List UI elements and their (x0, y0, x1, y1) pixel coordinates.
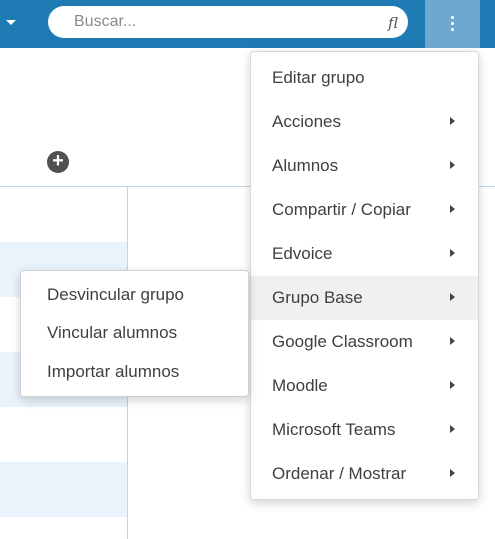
caret-right-icon (450, 337, 455, 345)
menu-item-label: Editar grupo (272, 68, 365, 87)
submenu-item-importar-alumnos[interactable]: Importar alumnos (21, 353, 248, 391)
caret-right-icon (450, 381, 455, 389)
caret-right-icon (450, 161, 455, 169)
search-icon[interactable]: fl (388, 14, 398, 32)
submenu-item-desvincular-grupo[interactable]: Desvincular grupo (21, 276, 248, 314)
caret-right-icon (450, 293, 455, 301)
submenu-item-label: Vincular alumnos (47, 323, 178, 342)
more-options-button[interactable] (425, 0, 480, 48)
caret-right-icon (450, 469, 455, 477)
menu-item-grupo-base[interactable]: Grupo Base (251, 276, 478, 320)
menu-item-ordenar-mostrar[interactable]: Ordenar / Mostrar (251, 452, 478, 496)
menu-item-compartir-copiar[interactable]: Compartir / Copiar (251, 188, 478, 232)
table-row[interactable] (0, 462, 127, 517)
grupo-base-submenu: Desvincular grupo Vincular alumnos Impor… (20, 270, 249, 397)
caret-right-icon (450, 249, 455, 257)
menu-item-label: Compartir / Copiar (272, 200, 411, 219)
menu-item-label: Google Classroom (272, 332, 413, 351)
submenu-item-label: Importar alumnos (47, 362, 180, 381)
caret-right-icon (450, 205, 455, 213)
search-input[interactable] (74, 6, 374, 38)
menu-item-label: Alumnos (272, 156, 339, 175)
caret-right-icon (450, 425, 455, 433)
submenu-item-label: Desvincular grupo (47, 285, 185, 304)
plus-circle-icon[interactable]: + (47, 151, 69, 173)
menu-item-label: Edvoice (272, 244, 333, 263)
group-options-menu: Editar grupo Acciones Alumnos Compartir … (250, 51, 479, 500)
kebab-menu-icon (451, 16, 455, 34)
caret-down-icon[interactable] (6, 20, 16, 25)
menu-item-edvoice[interactable]: Edvoice (251, 232, 478, 276)
search-box[interactable]: fl (48, 6, 408, 38)
menu-item-google-classroom[interactable]: Google Classroom (251, 320, 478, 364)
menu-item-label: Ordenar / Mostrar (272, 464, 407, 483)
submenu-item-vincular-alumnos[interactable]: Vincular alumnos (21, 314, 248, 352)
menu-item-label: Microsoft Teams (272, 420, 396, 439)
menu-item-label: Grupo Base (272, 288, 363, 307)
menu-item-acciones[interactable]: Acciones (251, 100, 478, 144)
menu-item-editar-grupo[interactable]: Editar grupo (251, 56, 478, 100)
menu-item-alumnos[interactable]: Alumnos (251, 144, 478, 188)
menu-item-microsoft-teams[interactable]: Microsoft Teams (251, 408, 478, 452)
menu-item-moodle[interactable]: Moodle (251, 364, 478, 408)
menu-item-label: Acciones (272, 112, 341, 131)
top-bar: fl (0, 0, 495, 48)
caret-right-icon (450, 117, 455, 125)
menu-item-label: Moodle (272, 376, 328, 395)
